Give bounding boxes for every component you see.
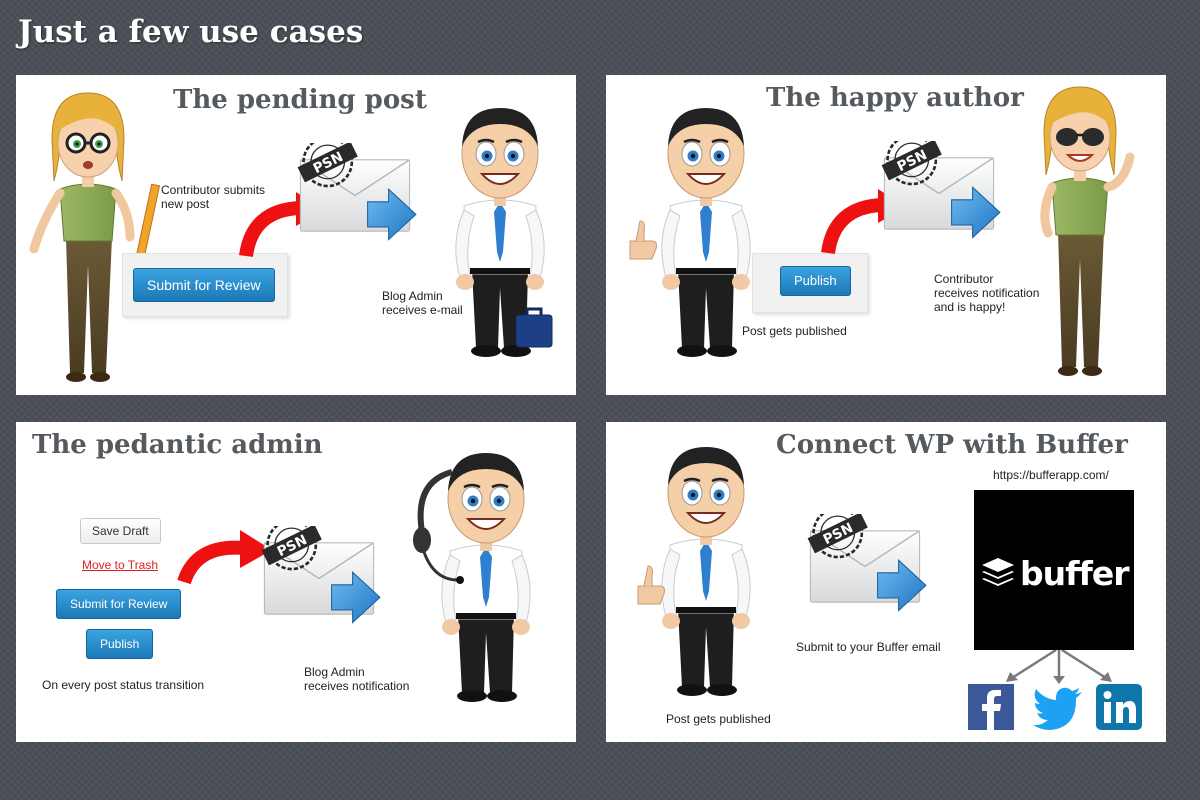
panel-title: Connect WP with Buffer: [776, 430, 1128, 460]
page-title: Just a few use cases: [18, 14, 364, 50]
linkedin-icon[interactable]: [1096, 684, 1142, 730]
panel-title: The happy author: [766, 83, 1024, 113]
panel-title: The pending post: [173, 85, 427, 115]
publish-button[interactable]: Publish: [780, 266, 851, 296]
envelope-icon: [876, 141, 1002, 246]
twitter-icon[interactable]: [1032, 684, 1084, 730]
caption-submit-buffer: Submit to your Buffer email: [796, 640, 941, 654]
fanout-arrows-icon: [1006, 650, 1112, 684]
envelope-icon: [256, 526, 382, 631]
panel-pedantic-admin: The pedantic admin Save Draft Move to Tr…: [16, 422, 576, 742]
thumbs-up-icon: [629, 220, 657, 260]
submit-for-review-button[interactable]: Submit for Review: [56, 589, 182, 619]
panel-happy-author: The happy author Publish Post gets publi…: [606, 75, 1166, 395]
thumbs-up-icon: [637, 565, 665, 605]
caption-post-published: Post gets published: [666, 712, 771, 726]
buffer-url: https://bufferapp.com/: [993, 468, 1109, 482]
woman-contributor-icon: [26, 89, 146, 389]
panel-connect-buffer: Connect WP with Buffer https://bufferapp…: [606, 422, 1166, 742]
envelope-icon: [802, 514, 928, 619]
caption-admin-email: Blog Admin receives e-mail: [382, 289, 463, 317]
woman-happy-author-icon: [1018, 83, 1138, 383]
panel-title: The pedantic admin: [32, 430, 323, 460]
buffer-logo-block[interactable]: buffer: [974, 490, 1134, 650]
caption-admin-notified: Blog Admin receives notification: [304, 665, 410, 693]
buffer-logo-text: buffer: [1020, 554, 1129, 593]
publish-button[interactable]: Publish: [86, 629, 154, 659]
briefcase-icon: [515, 307, 553, 348]
save-draft-button[interactable]: Save Draft: [80, 518, 161, 544]
facebook-icon[interactable]: [968, 684, 1014, 730]
headset-icon: [413, 469, 464, 584]
envelope-icon: [292, 143, 418, 248]
move-to-trash-link[interactable]: Move to Trash: [82, 558, 158, 572]
caption-post-published: Post gets published: [742, 324, 847, 338]
panel-pending-post: The pending post Contributor submits new…: [16, 75, 576, 395]
submit-for-review-button[interactable]: Submit for Review: [133, 268, 275, 302]
buffer-logo-icon: [982, 558, 1014, 586]
caption-status-transition: On every post status transition: [42, 678, 205, 692]
